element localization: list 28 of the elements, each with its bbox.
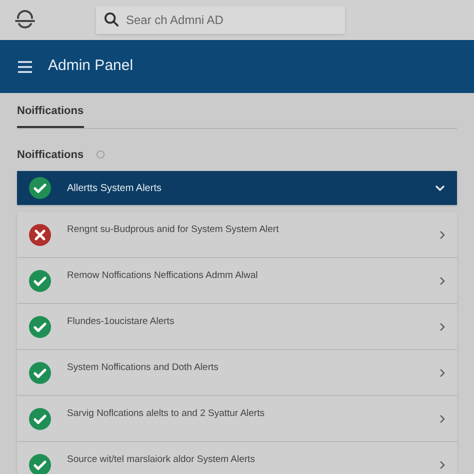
section-title: Noiffications xyxy=(17,148,84,162)
notification-text: Rengnt su-Budprous anid for System System Alert xyxy=(67,223,280,238)
chevron-icon xyxy=(440,276,445,284)
search-icon xyxy=(104,12,119,27)
tab[interactable]: Noiffications xyxy=(17,103,84,128)
notification-item[interactable]: Rengnt su-Budprous anid for System System Alert xyxy=(17,212,457,257)
notification-text: Flundes-1oucistare Alerts xyxy=(67,315,176,330)
info-icon xyxy=(96,150,105,160)
notification-text: Sarvig Noflcations alelts to and 2 Syattur Alerts xyxy=(67,407,266,422)
notification-item[interactable]: Sarvig Noflcations alelts to and 2 Syattur Alerts xyxy=(17,396,457,441)
notification-item[interactable]: Source wit/tel marslaiork aldor System Alerts xyxy=(17,442,457,474)
accordion-header[interactable]: Allertts System Alerts xyxy=(17,171,457,205)
chevron-icon xyxy=(435,184,445,192)
notification-text: Remow Noffications Neffications Admm Alwal xyxy=(67,269,259,284)
menu-icon[interactable] xyxy=(18,60,32,72)
notification-item[interactable]: Flundes-1oucistare Alerts xyxy=(17,304,457,349)
notification-text: System Noffications and Doth Alerts xyxy=(67,361,220,376)
chevron-icon xyxy=(440,460,445,468)
chevron-icon xyxy=(440,322,445,330)
notification-item[interactable]: Remow Noffications Neffications Admm Alwal xyxy=(17,258,457,303)
notification-item[interactable]: System Noffications and Doth Alerts xyxy=(17,350,457,395)
chevron-icon xyxy=(440,368,445,376)
search-field[interactable]: Sear ch Admni AD xyxy=(96,6,345,34)
header-title: Admin Panel xyxy=(48,56,134,76)
chevron-icon xyxy=(440,230,445,238)
notification-text: Source wit/tel marslaiork aldor System Alerts xyxy=(67,453,256,468)
logo-icon xyxy=(14,10,36,30)
chevron-icon xyxy=(440,414,445,422)
